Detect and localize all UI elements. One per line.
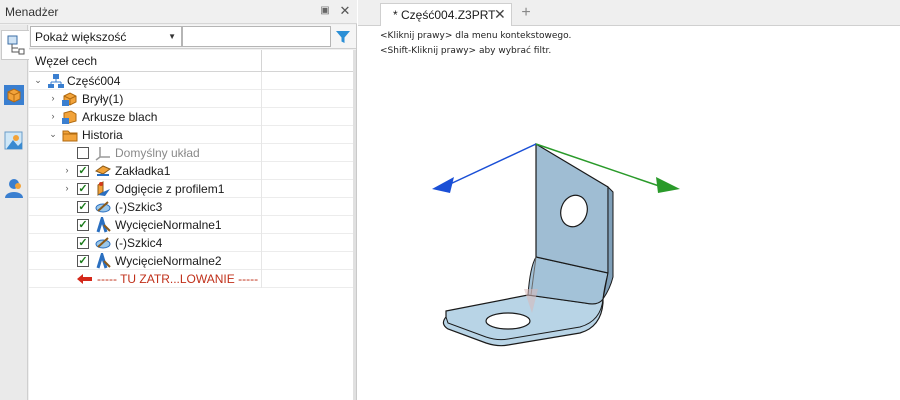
assembly-icon xyxy=(4,131,23,150)
filter-bar: Pokaż większość ▼ xyxy=(29,25,356,49)
tree-item-label: Historia xyxy=(82,128,123,142)
collapse-icon[interactable]: ⌄ xyxy=(33,75,43,85)
tree-item-label: Arkusze blach xyxy=(82,110,158,124)
tree-item-label: WycięcieNormalne2 xyxy=(115,254,222,268)
flange-icon xyxy=(97,181,110,196)
visibility-checkbox[interactable]: ✓ xyxy=(77,201,89,213)
axis-green-arrow xyxy=(656,177,680,193)
visibility-checkbox[interactable] xyxy=(77,147,89,159)
tree-root-label: Część004 xyxy=(67,74,121,88)
tree-item-label: Bryły(1) xyxy=(82,92,124,106)
chevron-down-icon: ▼ xyxy=(168,32,176,41)
tree-scrollbar[interactable] xyxy=(353,50,356,400)
normal-cut-icon xyxy=(96,217,111,233)
tree-item-label: (-)Szkic3 xyxy=(115,200,163,214)
filter-search-input[interactable] xyxy=(182,26,331,47)
manager-panel: Menadżer ▣ ✕ Pokaż większość ▼ Węzeł cec… xyxy=(0,0,357,400)
normal-cut-icon xyxy=(96,253,111,269)
new-tab-icon[interactable]: + xyxy=(518,4,534,22)
document-tab-bar: * Część004.Z3PRT ✕ + xyxy=(358,0,900,26)
tree-row-rollback[interactable]: ----- TU ZATR...LOWANIE ----- xyxy=(29,270,353,288)
expand-icon[interactable]: › xyxy=(62,165,72,175)
tree-item-label: (-)Szkic4 xyxy=(115,236,163,250)
pin-icon[interactable]: ▣ xyxy=(319,5,331,17)
tab-feature-icon xyxy=(95,165,111,176)
csys-icon xyxy=(95,147,110,161)
tree-column-header[interactable]: Węzeł cech xyxy=(29,50,353,72)
part-cube-icon xyxy=(4,85,24,105)
sheet-metal-icon xyxy=(62,110,77,124)
visibility-checkbox[interactable]: ✓ xyxy=(77,237,89,249)
funnel-icon xyxy=(336,30,350,43)
column-divider[interactable] xyxy=(261,50,262,72)
tree-item-label: Domyślny układ xyxy=(115,146,200,160)
visibility-checkbox[interactable]: ✓ xyxy=(77,219,89,231)
axis-blue-arrow xyxy=(432,177,454,193)
expand-icon[interactable]: › xyxy=(48,93,58,103)
display-filter-value: Pokaż większość xyxy=(35,30,127,44)
tree-row-sketch4[interactable]: ✓ (-)Szkic4 xyxy=(29,234,353,252)
tree-item-label: Zakładka1 xyxy=(115,164,171,178)
expand-icon[interactable]: › xyxy=(62,183,72,193)
folder-icon xyxy=(62,130,78,142)
manager-title-bar: Menadżer ▣ ✕ xyxy=(0,0,357,24)
display-filter-select[interactable]: Pokaż większość ▼ xyxy=(30,26,182,47)
close-tab-icon[interactable]: ✕ xyxy=(494,6,506,23)
tree-row-normal-cut2[interactable]: ✓ WycięcieNormalne2 xyxy=(29,252,353,270)
side-tab-user[interactable] xyxy=(1,173,27,203)
side-tab-history[interactable] xyxy=(1,30,29,60)
rollback-arrow-icon xyxy=(77,274,92,284)
visibility-checkbox[interactable]: ✓ xyxy=(77,183,89,195)
document-area: * Część004.Z3PRT ✕ + <Kliknij prawy> dla… xyxy=(358,0,900,400)
visibility-checkbox[interactable]: ✓ xyxy=(77,165,89,177)
filter-button[interactable] xyxy=(332,26,354,47)
tree-row-tab1[interactable]: › ✓ Zakładka1 xyxy=(29,162,353,180)
tree-item-label: WycięcieNormalne1 xyxy=(115,218,222,232)
sketch-icon xyxy=(95,237,111,249)
close-icon[interactable]: ✕ xyxy=(338,4,352,18)
3d-viewport[interactable] xyxy=(358,27,900,400)
tree-row-root[interactable]: ⌄ Część004 xyxy=(29,72,353,90)
tree-row-sketch3[interactable]: ✓ (-)Szkic3 xyxy=(29,198,353,216)
tree-row-normal-cut1[interactable]: ✓ WycięcieNormalne1 xyxy=(29,216,353,234)
tree-row-default-csys[interactable]: Domyślny układ xyxy=(29,144,353,162)
solid-body-icon xyxy=(62,92,77,106)
tree-row-sheet-metal[interactable]: › Arkusze blach xyxy=(29,108,353,126)
tree-row-history[interactable]: ⌄ Historia xyxy=(29,126,353,144)
rollback-bar-label: ----- TU ZATR...LOWANIE ----- xyxy=(97,272,259,286)
user-icon xyxy=(5,179,23,198)
collapse-icon[interactable]: ⌄ xyxy=(48,129,58,139)
expand-icon[interactable]: › xyxy=(48,111,58,121)
axis-blue-line xyxy=(447,143,537,186)
side-tab-part[interactable] xyxy=(1,80,27,110)
sketch-icon xyxy=(95,201,111,213)
tree-row-flange1[interactable]: › ✓ Odgięcie z profilem1 xyxy=(29,180,353,198)
manager-title: Menadżer xyxy=(5,5,59,19)
history-tree-icon xyxy=(7,35,24,55)
document-tab-label: * Część004.Z3PRT xyxy=(393,8,496,22)
tree-column-header-label: Węzeł cech xyxy=(35,54,98,68)
part-hole-bottom xyxy=(485,312,531,330)
manager-side-tabs xyxy=(0,25,29,400)
document-tab[interactable]: * Część004.Z3PRT ✕ xyxy=(380,3,512,26)
feature-tree: ⌄ Część004 › Bryły(1) › Arkusze blach ⌄ … xyxy=(29,72,353,400)
tree-item-label: Odgięcie z profilem1 xyxy=(115,182,225,196)
tree-row-bodies[interactable]: › Bryły(1) xyxy=(29,90,353,108)
part-tree-icon xyxy=(48,74,64,88)
visibility-checkbox[interactable]: ✓ xyxy=(77,255,89,267)
side-tab-assembly[interactable] xyxy=(1,127,27,157)
